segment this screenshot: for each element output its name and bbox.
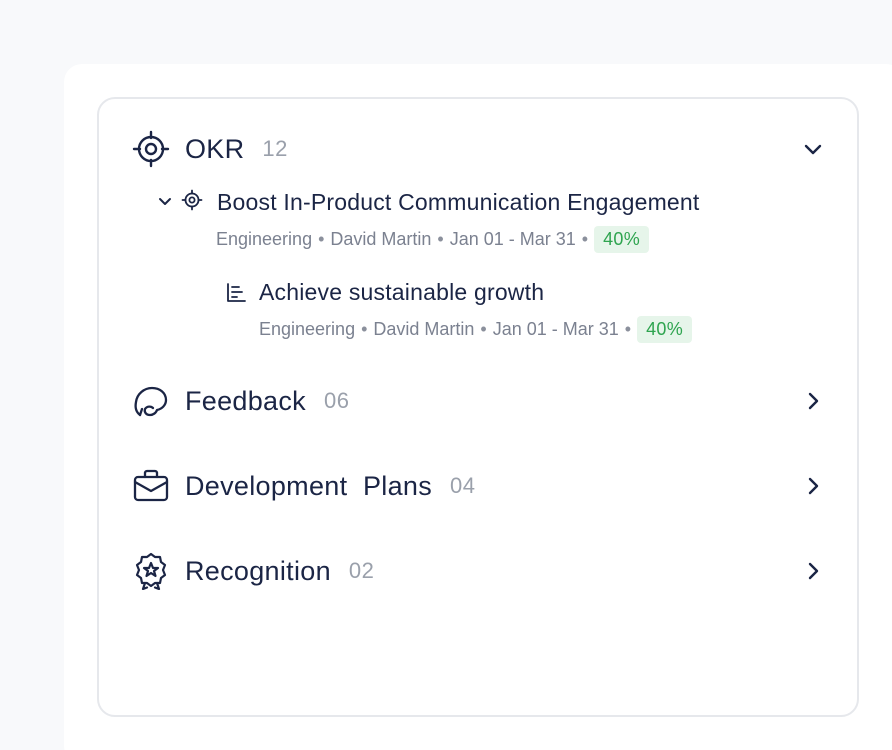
development-plans-count: 04	[450, 473, 476, 498]
briefcase-icon	[131, 466, 171, 506]
okr-key-result-item[interactable]: Achieve sustainable growth Engineering •…	[225, 279, 693, 343]
chevron-right-icon[interactable]	[799, 387, 827, 415]
feedback-title: Feedback	[185, 385, 306, 416]
chat-bubbles-icon	[131, 381, 171, 421]
separator: •	[480, 319, 487, 339]
development-plans-title: Development Plans	[185, 470, 433, 501]
separator: •	[581, 229, 589, 249]
separator: •	[361, 319, 368, 339]
recognition-section-header[interactable]: Recognition 02	[131, 549, 827, 593]
chevron-right-icon[interactable]	[799, 557, 827, 585]
performance-card: OKR 12 Boost In-Product Communication En…	[97, 97, 859, 717]
okr-title: OKR	[185, 133, 245, 164]
recognition-count: 02	[348, 558, 375, 583]
recognition-title: Recognition	[185, 555, 331, 586]
date-range: Jan 01 - Mar 31	[492, 319, 619, 339]
progress-badge: 40%	[637, 316, 693, 343]
chevron-right-icon[interactable]	[799, 472, 827, 500]
progress-badge: 40%	[594, 226, 650, 253]
target-icon	[131, 129, 171, 169]
okr-objective-item[interactable]: Boost In-Product Communication Engagemen…	[157, 189, 700, 253]
target-icon	[181, 189, 203, 211]
feedback-section-header[interactable]: Feedback 06	[131, 379, 827, 423]
key-result-meta: Engineering • David Martin • Jan 01 - Ma…	[259, 316, 693, 343]
okr-objective-title[interactable]: Boost In-Product Communication Engagemen…	[217, 189, 700, 216]
separator: •	[437, 229, 444, 249]
chevron-down-icon[interactable]	[799, 135, 827, 163]
owner-label: David Martin	[330, 229, 432, 249]
team-label: Engineering	[259, 319, 356, 339]
separator: •	[624, 319, 632, 339]
bar-chart-icon	[225, 282, 247, 304]
chevron-down-icon[interactable]	[157, 193, 173, 209]
development-plans-section-header[interactable]: Development Plans 04	[131, 464, 827, 508]
okr-section-header[interactable]: OKR 12	[131, 127, 827, 171]
owner-label: David Martin	[373, 319, 475, 339]
okr-count: 12	[262, 136, 288, 161]
okr-objective-meta: Engineering • David Martin • Jan 01 - Ma…	[216, 226, 700, 253]
key-result-title[interactable]: Achieve sustainable growth	[259, 279, 544, 306]
award-badge-icon	[131, 551, 171, 591]
separator: •	[318, 229, 325, 249]
feedback-count: 06	[323, 388, 350, 413]
date-range: Jan 01 - Mar 31	[449, 229, 576, 249]
team-label: Engineering	[216, 229, 313, 249]
